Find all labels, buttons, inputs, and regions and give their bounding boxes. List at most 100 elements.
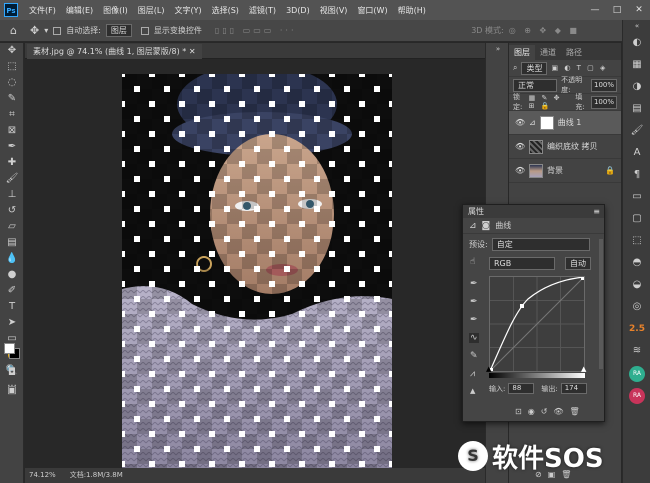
pen-tool-icon[interactable]: ✐ [0,283,24,299]
clip-to-layer-icon[interactable]: ⊡ [515,407,522,416]
layer-row[interactable]: 👁 ⊿ 曲线 1 [509,111,621,135]
color-icon[interactable]: ◐ [623,32,650,54]
menu-type[interactable]: 文字(Y) [169,5,206,16]
black-point-slider[interactable]: ▲ [486,365,491,373]
chevron-down-icon[interactable]: ▾ [44,26,48,35]
eyedropper-black-icon[interactable]: ✒ [470,279,478,289]
smooth-icon[interactable]: ⩘ [470,369,475,379]
brush-settings-icon[interactable]: 🖌 [623,120,650,142]
brush-tool-icon[interactable]: 🖌 [0,171,24,187]
collapse-arrows-icon[interactable]: » [486,43,510,55]
menu-file[interactable]: 文件(F) [24,5,61,16]
menu-3d[interactable]: 3D(D) [281,6,315,15]
ra-plugin-icon[interactable]: RA [623,362,650,384]
white-point-slider[interactable]: ▲ [581,365,586,373]
history-brush-tool-icon[interactable]: ↺ [0,203,24,219]
zoom-level[interactable]: 74.12% [29,468,56,483]
screen-mode-icon[interactable]: ▣ [0,383,24,399]
eyedropper-white-icon[interactable]: ✒ [470,315,478,325]
reset-icon[interactable]: ↺ [541,407,548,416]
character-icon[interactable]: A [623,142,650,164]
auto-select-dropdown[interactable]: 图层 [105,24,132,37]
menu-help[interactable]: 帮助(H) [393,5,431,16]
layer-name[interactable]: 编织底纹 拷贝 [547,141,598,152]
show-transform-checkbox[interactable] [140,26,149,35]
layer-row[interactable]: 👁 背景 🔒 [509,159,621,183]
curves-graph[interactable] [489,276,585,372]
healing-brush-tool-icon[interactable]: ✚ [0,155,24,171]
libraries-icon[interactable]: ▤ [623,98,650,120]
path-select-tool-icon[interactable]: ➤ [0,315,24,331]
layer-filter-dropdown[interactable]: 类型 [521,61,548,75]
quick-select-tool-icon[interactable]: ✎ [0,91,24,107]
lock-icons[interactable]: ▦ ✎ ✥ ⊞ 🔒 [529,94,572,110]
delete-icon[interactable]: 🗑 [570,407,580,416]
visibility-icon[interactable]: 👁 [553,407,563,416]
panel-menu-icon[interactable]: ≡ [593,205,604,218]
quick-mask-icon[interactable]: ◘ [0,365,24,381]
maximize-button[interactable]: □ [606,5,628,15]
menu-layer[interactable]: 图层(L) [133,5,170,16]
menu-image[interactable]: 图像(I) [98,5,133,16]
layer-name[interactable]: 曲线 1 [558,117,582,128]
filter-icons[interactable]: ▣ ◐ T ▢ ◈ [551,64,607,72]
layer-thumbnail[interactable] [529,139,543,154]
properties-titlebar[interactable]: 属性 ≡ [463,205,604,218]
menu-select[interactable]: 选择(S) [207,5,244,16]
history-icon[interactable]: ◒ [623,274,650,296]
eye-icon[interactable]: 👁 [515,142,525,151]
layer-row[interactable]: 👁 编织底纹 拷贝 [509,135,621,159]
clipping-warning-icon[interactable]: ▲ [470,387,475,395]
view-previous-icon[interactable]: ◉ [528,407,535,416]
close-tab-icon[interactable]: ✕ [189,47,196,56]
swatches-icon[interactable]: ▦ [623,54,650,76]
menu-view[interactable]: 视图(V) [315,5,353,16]
paragraph-icon[interactable]: ¶ [623,164,650,186]
tab-channels[interactable]: 通道 [535,45,561,60]
clone-stamp-tool-icon[interactable]: ⊥ [0,187,24,203]
minimize-button[interactable]: — [584,5,606,15]
tool-presets-icon[interactable]: ⬚ [623,230,650,252]
opacity-field[interactable]: 100% [590,78,617,92]
move-tool-icon[interactable]: ✥ [0,43,24,59]
frame-tool-icon[interactable]: ⊠ [0,123,24,139]
preset-dropdown[interactable]: 自定 [491,238,590,251]
blend-mode-dropdown[interactable]: 正常 [513,78,558,92]
document-tab[interactable]: 素材.jpg @ 74.1% (曲线 1, 图层蒙版/8) * ✕ [27,44,202,59]
gradient-tool-icon[interactable]: ▤ [0,235,24,251]
curves-adjustment-icon[interactable]: ⊿ [469,221,477,231]
layer-mask-thumbnail[interactable] [539,115,554,130]
patterns-icon[interactable]: ≋ [623,340,650,362]
curve-point-tool-icon[interactable]: ∿ [469,333,479,343]
crop-tool-icon[interactable]: ⌗ [0,107,24,123]
fill-field[interactable]: 100% [590,95,617,109]
eye-icon[interactable]: 👁 [515,166,525,175]
on-image-adjust-icon[interactable]: ☝ [470,257,475,267]
menu-window[interactable]: 窗口(W) [352,5,392,16]
adjustments-icon[interactable]: ◑ [623,76,650,98]
channel-dropdown[interactable]: RGB [489,257,555,270]
gradient-icon[interactable]: ◎ [623,296,650,318]
lasso-tool-icon[interactable]: ◌ [0,75,24,91]
blur-tool-icon[interactable]: 💧 [0,251,24,267]
auto-button[interactable]: 自动 [565,257,591,270]
tab-paths[interactable]: 路径 [561,45,587,60]
foreground-color-swatch[interactable] [4,343,15,354]
type-tool-icon[interactable]: T [0,299,24,315]
pencil-icon[interactable]: ✎ [470,351,478,361]
auto-select-checkbox[interactable] [53,26,62,35]
dodge-tool-icon[interactable]: ● [0,267,24,283]
input-field[interactable]: 88 [508,383,535,394]
layer-name[interactable]: 背景 [547,165,563,176]
menu-filter[interactable]: 滤镜(T) [244,5,281,16]
menu-edit[interactable]: 编辑(E) [61,5,98,16]
ra-plugin-icon[interactable]: RA [623,384,650,406]
eye-icon[interactable]: 👁 [515,118,525,127]
eyedropper-gray-icon[interactable]: ✒ [470,297,478,307]
mask-icon[interactable]: ◙ [482,221,491,231]
collapse-arrows-icon[interactable]: « [623,20,650,32]
marquee-tool-icon[interactable]: ⬚ [0,59,24,75]
eraser-tool-icon[interactable]: ▱ [0,219,24,235]
home-icon[interactable]: ⌂ [10,24,17,37]
tab-layers[interactable]: 图层 [509,45,535,60]
